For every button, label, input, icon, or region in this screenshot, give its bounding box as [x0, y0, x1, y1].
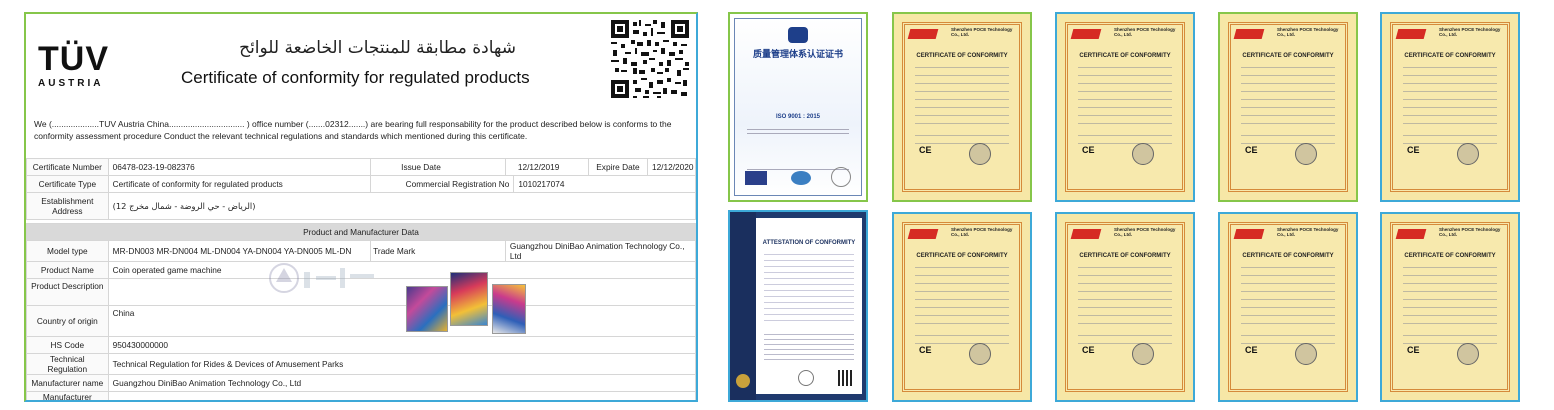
seal-icon	[1457, 343, 1479, 365]
seal-icon	[1295, 343, 1317, 365]
poce-logo	[907, 29, 939, 39]
seal-icon	[1132, 343, 1154, 365]
ce-certificate: Shenzhen POCE Technology Co., Ltd. CERTI…	[1218, 12, 1358, 202]
product-photo	[406, 286, 448, 332]
technical-regulation: Technical Regulation for Rides & Devices…	[107, 353, 696, 375]
saber-certificate: TÜV AUSTRIA شهادة مطابقة للمنتجات الخاضع…	[24, 12, 698, 402]
country-of-origin: China	[107, 305, 696, 337]
ce-certificate: Shenzhen POCE Technology Co., Ltd. CERTI…	[1380, 12, 1520, 202]
poce-logo	[1233, 229, 1265, 239]
section-title: Product and Manufacturer Data	[26, 223, 696, 241]
seal-icon	[1132, 143, 1154, 165]
product-photo	[450, 272, 488, 326]
poce-logo	[907, 229, 939, 239]
table-row: Manufacturer name Guangzhou DiniBao Anim…	[26, 374, 696, 392]
product-photo	[492, 284, 526, 334]
certificate-type: Certificate of conformity for regulated …	[107, 175, 372, 193]
attestation-certificate: ATTESTATION OF CONFORMITY	[728, 210, 868, 402]
qr-code-icon	[838, 370, 854, 386]
expire-date: 12/12/2020	[651, 162, 694, 172]
title-english: Certificate of conformity for regulated …	[181, 68, 530, 87]
seal-icon	[1295, 143, 1317, 165]
poce-logo	[1070, 229, 1102, 239]
hs-code: 950430000000	[107, 336, 696, 354]
gold-seal-icon	[736, 374, 750, 388]
tuv-austria-logo: TÜV AUSTRIA	[38, 40, 109, 89]
iaf-logo	[791, 171, 811, 185]
ce-certificate: Shenzhen POCE Technology Co., Ltd. CERTI…	[892, 212, 1032, 402]
issue-date: 12/12/2019	[513, 158, 589, 176]
product-name: Coin operated game machine	[107, 261, 696, 279]
iso-emblem-icon	[788, 27, 808, 43]
ce-certificate: Shenzhen POCE Technology Co., Ltd. CERTI…	[1218, 212, 1358, 402]
title-arabic: شهادة مطابقة للمنتجات الخاضعة للوائح	[239, 38, 516, 58]
table-row: Manufacturer Address	[26, 391, 696, 400]
product-photos	[406, 272, 526, 338]
certificate-intro: We (....................TUV Austria Chin…	[34, 119, 672, 141]
table-row: Technical Regulation Technical Regulatio…	[26, 353, 696, 375]
manufacturer-name: Guangzhou DiniBao Animation Technology C…	[107, 374, 696, 392]
table-row: Certificate Type Certificate of conformi…	[26, 175, 696, 193]
table-row: HS Code 950430000000	[26, 336, 696, 354]
poce-logo	[1395, 29, 1427, 39]
poce-logo	[1233, 29, 1265, 39]
seal-icon	[1457, 143, 1479, 165]
trade-mark: Guangzhou DiniBao Animation Technology C…	[504, 240, 696, 262]
table-row: Product and Manufacturer Data	[26, 223, 696, 241]
seal-icon	[969, 343, 991, 365]
ce-certificate: Shenzhen POCE Technology Co., Ltd. CERTI…	[1055, 12, 1195, 202]
table-row: Establishment Address (الرياض - حي الروض…	[26, 192, 696, 220]
establishment-address: (الرياض - حي الروضة - شمال مخرج 12)	[107, 192, 696, 220]
table-row: Certificate Number 06478-023-19-082376 I…	[26, 158, 696, 176]
iso-certificate: 质量管理体系认证证书 ISO 9001 : 2015	[728, 12, 868, 202]
seal-icon	[798, 370, 814, 386]
ce-certificate: Shenzhen POCE Technology Co., Ltd. CERTI…	[1055, 212, 1195, 402]
ce-certificate: Shenzhen POCE Technology Co., Ltd. CERTI…	[892, 12, 1032, 202]
saber-watermark-logo	[269, 263, 374, 293]
table-row: Country of origin China	[26, 305, 696, 337]
commercial-registration: 1010217074	[513, 175, 696, 193]
certificate-number: 06478-023-19-082376	[107, 158, 372, 176]
ce-certificate: Shenzhen POCE Technology Co., Ltd. CERTI…	[1380, 212, 1520, 402]
qr-code-icon	[609, 18, 691, 100]
seal-icon	[831, 167, 851, 187]
seal-icon	[969, 143, 991, 165]
certificate-header: TÜV AUSTRIA شهادة مطابقة للمنتجات الخاضع…	[26, 14, 696, 110]
poce-logo	[1070, 29, 1102, 39]
anab-logo	[745, 171, 767, 185]
poce-logo	[1395, 229, 1427, 239]
